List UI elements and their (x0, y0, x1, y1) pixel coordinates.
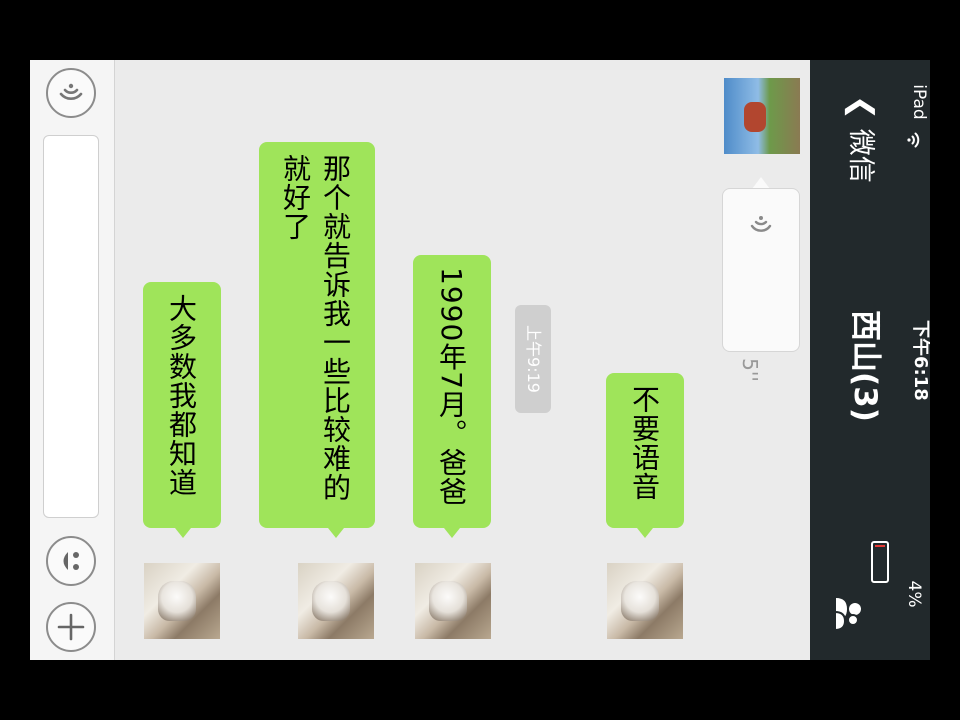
status-battery-percent: 4% (904, 580, 924, 608)
input-bar (30, 60, 115, 660)
message-bubble[interactable]: 大多数我都知道 (143, 282, 221, 528)
more-button[interactable] (46, 602, 96, 652)
emoji-icon (63, 552, 79, 570)
timestamp-text: 上午9:19 (524, 325, 543, 393)
chat-title: 西山(3) (847, 310, 883, 422)
timestamp-pill: 上午9:19 (515, 305, 551, 413)
voice-mode-icon (59, 83, 83, 100)
wifi-icon (907, 132, 920, 148)
self-avatar[interactable] (144, 563, 220, 639)
message-bubble[interactable]: 1990年7月。爸爸 (413, 255, 491, 528)
plus-icon (57, 613, 85, 641)
bubble-tail (637, 528, 653, 538)
message-text: 1990年7月。爸爸 (435, 267, 468, 507)
voice-message-bubble[interactable] (722, 188, 800, 352)
voice-mode-button[interactable] (46, 68, 96, 118)
back-label: 微信 (845, 128, 876, 183)
message-text: 不要语音 (628, 385, 661, 501)
message-bubble[interactable]: 那个就告诉我一些比较难的就好了 (259, 142, 375, 528)
chat-screen: 大多数我都知道 那个就告诉我一些比较难的就好了 1990年7月。爸爸 上午9:1… (30, 60, 930, 660)
bubble-tail (328, 528, 344, 538)
bubble-tail (175, 528, 191, 538)
self-avatar[interactable] (298, 563, 374, 639)
message-text: 大多数我都知道 (165, 294, 198, 497)
message-bubble[interactable]: 不要语音 (606, 373, 684, 528)
voice-play-icon (750, 216, 772, 232)
status-time: 下午6:18 (910, 320, 930, 401)
navigation-bar: iPad 下午6:18 4% ❮ 微信 西山(3) (810, 60, 930, 660)
emoji-button[interactable] (46, 536, 96, 586)
message-input[interactable] (43, 135, 99, 518)
back-button[interactable]: ❮ 微信 (843, 95, 879, 185)
message-text: 那个就告诉我一些比较难的就好了 (279, 154, 352, 502)
group-members-icon (834, 598, 861, 632)
bubble-tail (444, 528, 460, 538)
self-avatar[interactable] (607, 563, 683, 639)
group-members-button[interactable] (830, 596, 866, 632)
chevron-left-icon: ❮ (844, 95, 879, 121)
voice-duration: 5'' (738, 358, 762, 382)
contact-avatar[interactable] (724, 78, 800, 154)
status-carrier: iPad (909, 84, 929, 120)
self-avatar[interactable] (415, 563, 491, 639)
battery-icon (871, 541, 889, 583)
